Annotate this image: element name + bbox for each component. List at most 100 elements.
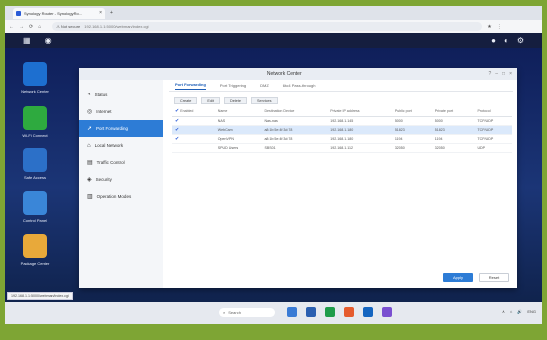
cell-public-port: 5000	[391, 116, 432, 126]
cell-protocol: TCP/UDP	[474, 134, 512, 144]
tray-expand-icon[interactable]: ∧	[502, 309, 505, 314]
col-device[interactable]: Destination Device	[261, 107, 328, 117]
home-icon[interactable]: ⌂	[38, 24, 41, 30]
window-titlebar[interactable]: Network Center ? – □ ×	[79, 68, 517, 80]
tab-dmz[interactable]: DMZ	[260, 83, 269, 88]
sidebar-item-label: Port Forwarding	[96, 126, 129, 131]
sidebar-item-label: Status	[94, 92, 108, 97]
reset-button[interactable]: Reset	[479, 273, 509, 282]
close-tab-icon[interactable]: ×	[99, 10, 102, 16]
cell-ip: 192.168.1.180	[327, 125, 392, 135]
network-icon[interactable]: ⌂	[510, 309, 512, 314]
main-menu-icon[interactable]: ▦	[23, 36, 31, 45]
screen: Synology Router - SynologyRo... × + ← → …	[5, 6, 542, 324]
desktop-icon-label: Safe Access	[23, 175, 46, 180]
volume-icon[interactable]: 🔊	[517, 309, 522, 314]
desktop-icon-label: Wi-Fi Connect	[22, 133, 48, 138]
tab-port-triggering[interactable]: Port Triggering	[220, 83, 246, 88]
sidebar-item-internet[interactable]: ◎ Internet	[79, 103, 163, 120]
bookmark-star-icon[interactable]: ★	[487, 24, 491, 30]
apply-button[interactable]: Apply	[443, 273, 473, 282]
cell-enabled[interactable]: ✔	[172, 134, 215, 144]
taskbar-app-icon[interactable]	[344, 307, 354, 317]
cell-device: a8:1b:5e:4f:3d:78	[261, 125, 328, 135]
taskbar-app-icon[interactable]	[325, 307, 335, 317]
tab-strip: Port Forwarding Port Triggering DMZ 6to4…	[169, 80, 513, 92]
col-name[interactable]: Name	[214, 107, 262, 117]
cell-name: NAS	[214, 116, 262, 126]
sidebar-item-port-forwarding[interactable]: ➚ Port Forwarding	[79, 120, 163, 137]
reload-icon[interactable]: ⟳	[29, 24, 33, 30]
table-row[interactable]: ✔ NAS Nas-nas 192.168.1.145 5000 5000 TCP/UDP	[172, 116, 512, 126]
minimize-icon[interactable]: –	[495, 71, 498, 77]
notification-icon[interactable]: ●	[491, 36, 496, 45]
edit-button[interactable]: Edit	[201, 97, 220, 104]
sidebar-item-operation-modes[interactable]: ▥ Operation Modes	[79, 188, 163, 205]
taskbar-app-icon[interactable]	[363, 307, 373, 317]
browser-tab[interactable]: Synology Router - SynologyRo... ×	[13, 7, 105, 19]
cell-enabled[interactable]	[172, 143, 215, 153]
col-public-port[interactable]: Public port	[391, 107, 432, 117]
system-tray: ∧ ⌂ 🔊 ENG	[502, 309, 536, 314]
address-bar-row: ← → ⟳ ⌂ ⚠ Not secure 192.168.1.1:5000/we…	[5, 20, 542, 33]
cell-enabled[interactable]: ✔	[172, 116, 215, 126]
new-tab-button[interactable]: +	[110, 10, 113, 16]
enabled-check-icon[interactable]: ✔	[175, 118, 179, 124]
taskbar-apps	[287, 307, 392, 317]
table-row[interactable]: SPUD Users SBS01 192.168.1.112 32050 32050 UD…	[172, 143, 512, 153]
url-field[interactable]: ⚠ Not secure 192.168.1.1:5000/webman/ind…	[52, 22, 483, 31]
sidebar-item-local-network[interactable]: ⌂ Local Network	[79, 137, 163, 154]
select-all-check-icon[interactable]: ✔	[175, 108, 179, 114]
footer-buttons: Apply Reset	[443, 273, 509, 282]
desktop-icon-package-center[interactable]: Package Center	[9, 234, 61, 266]
col-protocol[interactable]: Protocol	[474, 107, 512, 117]
taskbar-app-icon[interactable]	[382, 307, 392, 317]
table-row[interactable]: ✔ OpenVPN a8:1b:5e:4f:3d:78 192.168.1.180 11…	[172, 134, 512, 144]
sidebar-item-traffic-control[interactable]: ▤ Traffic Control	[79, 154, 163, 171]
not-secure-indicator[interactable]: ⚠ Not secure	[56, 24, 80, 29]
tab-port-forwarding[interactable]: Port Forwarding	[175, 82, 206, 90]
options-icon[interactable]: ⚙	[517, 36, 524, 45]
user-icon[interactable]: ◐	[504, 36, 509, 45]
cell-protocol: TCP/UDP	[474, 116, 512, 126]
services-button[interactable]: Services	[250, 97, 278, 104]
enabled-check-icon[interactable]: ✔	[175, 136, 179, 142]
cell-public-port: 32050	[391, 143, 432, 153]
cell-ip: 192.168.1.180	[327, 134, 392, 144]
local-network-icon: ⌂	[87, 142, 91, 149]
tab-6to4[interactable]: 6to4 Pass-through	[283, 83, 316, 88]
taskbar-app-icon[interactable]	[306, 307, 316, 317]
sidebar-item-security[interactable]: ◈ Security	[79, 171, 163, 188]
col-private-port[interactable]: Private port	[431, 107, 475, 117]
taskbar-app-icon[interactable]	[287, 307, 297, 317]
cell-protocol: TCP/UDP	[474, 125, 512, 135]
desktop-icon-network-center[interactable]: Network Center	[9, 62, 61, 94]
create-button[interactable]: Create	[174, 97, 198, 104]
help-icon[interactable]: ?	[488, 71, 491, 77]
main-pane: Port Forwarding Port Triggering DMZ 6to4…	[169, 80, 513, 288]
col-enabled[interactable]: ✔ Enabled	[172, 107, 215, 117]
cell-device: SBS01	[261, 143, 328, 153]
col-ip[interactable]: Private IP address	[327, 107, 392, 117]
back-icon[interactable]: ←	[9, 24, 14, 30]
language-indicator[interactable]: ENG	[527, 309, 536, 314]
cell-public-port: 1194	[391, 134, 432, 144]
desktop-icon-safe-access[interactable]: Safe Access	[9, 148, 61, 180]
cell-enabled[interactable]: ✔	[172, 125, 215, 135]
cell-device: a8:1b:5e:4f:3d:78	[261, 134, 328, 144]
network-center-taskbar-icon[interactable]: ◉	[45, 36, 52, 45]
desktop-icon-label: Control Panel	[22, 218, 48, 223]
desktop-icon-wifi-connect[interactable]: Wi-Fi Connect	[9, 106, 61, 138]
delete-button[interactable]: Delete	[223, 97, 247, 104]
enabled-check-icon[interactable]: ✔	[175, 127, 179, 133]
close-icon[interactable]: ×	[509, 71, 512, 77]
sidebar-item-label: Local Network	[94, 143, 124, 148]
desktop-icon-control-panel[interactable]: Control Panel	[9, 191, 61, 223]
browser-menu-icon[interactable]: ⋮	[497, 24, 502, 30]
cell-private-port: 1194	[431, 134, 475, 144]
sidebar-item-status[interactable]: ◔ Status	[79, 86, 163, 103]
maximize-icon[interactable]: □	[502, 71, 505, 77]
forward-icon[interactable]: →	[19, 24, 24, 30]
taskbar-search[interactable]: ⌕ Search	[219, 308, 275, 317]
table-row[interactable]: ✔ WebCam a8:1b:5e:4f:3d:78 192.168.1.180 518…	[172, 125, 512, 135]
